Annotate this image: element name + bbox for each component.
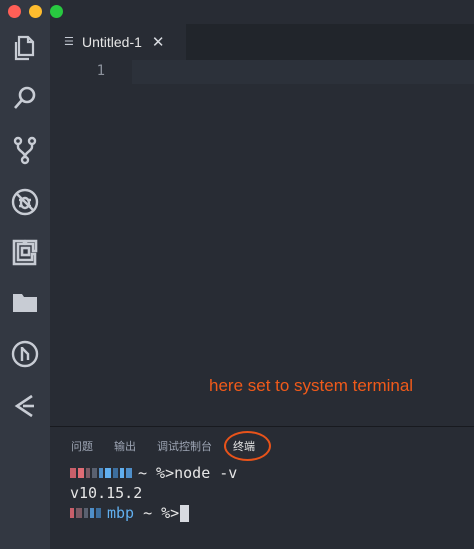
- highlight-circle: [224, 431, 271, 461]
- gitlens-icon[interactable]: [9, 390, 41, 422]
- minimize-window-button[interactable]: [29, 5, 42, 18]
- extensions-icon[interactable]: [9, 236, 41, 268]
- redacted-username: [70, 468, 132, 478]
- folder-icon[interactable]: [9, 286, 41, 318]
- command-output: v10.15.2: [70, 484, 143, 502]
- current-line-highlight[interactable]: [132, 60, 474, 84]
- maximize-window-button[interactable]: [50, 5, 63, 18]
- tab-untitled-1[interactable]: ☰ Untitled-1 ✕: [50, 24, 186, 60]
- prompt: ~ %>: [143, 504, 180, 522]
- terminal-line: ~ %> node -v: [70, 463, 474, 483]
- tab-output[interactable]: 输出: [114, 438, 136, 454]
- source-control-icon[interactable]: [9, 134, 41, 166]
- activity-bar: [0, 0, 50, 549]
- editor-area[interactable]: 1: [50, 60, 474, 426]
- terminal-line: mbp ~ %>: [70, 503, 474, 523]
- file-lines-icon: ☰: [64, 35, 74, 48]
- line-number: 1: [96, 63, 105, 79]
- redacted-username: [70, 508, 101, 518]
- tab-debug-console[interactable]: 调试控制台: [157, 438, 212, 454]
- window-controls: [8, 5, 63, 18]
- host-name: mbp: [107, 504, 135, 522]
- terminal-output[interactable]: ~ %> node -v v10.15.2 mbp ~ %>: [70, 463, 474, 523]
- explorer-icon[interactable]: [9, 32, 41, 64]
- annotation-text: here set to system terminal: [209, 376, 414, 395]
- vscode-window: ☰ Untitled-1 ✕ 1 here set to system term…: [0, 0, 474, 549]
- close-window-button[interactable]: [8, 5, 21, 18]
- git-graph-icon[interactable]: [9, 338, 41, 370]
- tab-label: Untitled-1: [82, 34, 142, 50]
- debug-icon[interactable]: [9, 186, 41, 218]
- terminal-line: v10.15.2: [70, 483, 474, 503]
- search-icon[interactable]: [9, 82, 41, 114]
- editor-tab-bar: ☰ Untitled-1 ✕: [50, 24, 474, 60]
- close-icon[interactable]: ✕: [152, 33, 165, 51]
- command-text: node -v: [174, 464, 238, 482]
- terminal-cursor: [180, 504, 190, 522]
- prompt: ~ %>: [138, 464, 175, 482]
- tab-problems[interactable]: 问题: [71, 438, 93, 454]
